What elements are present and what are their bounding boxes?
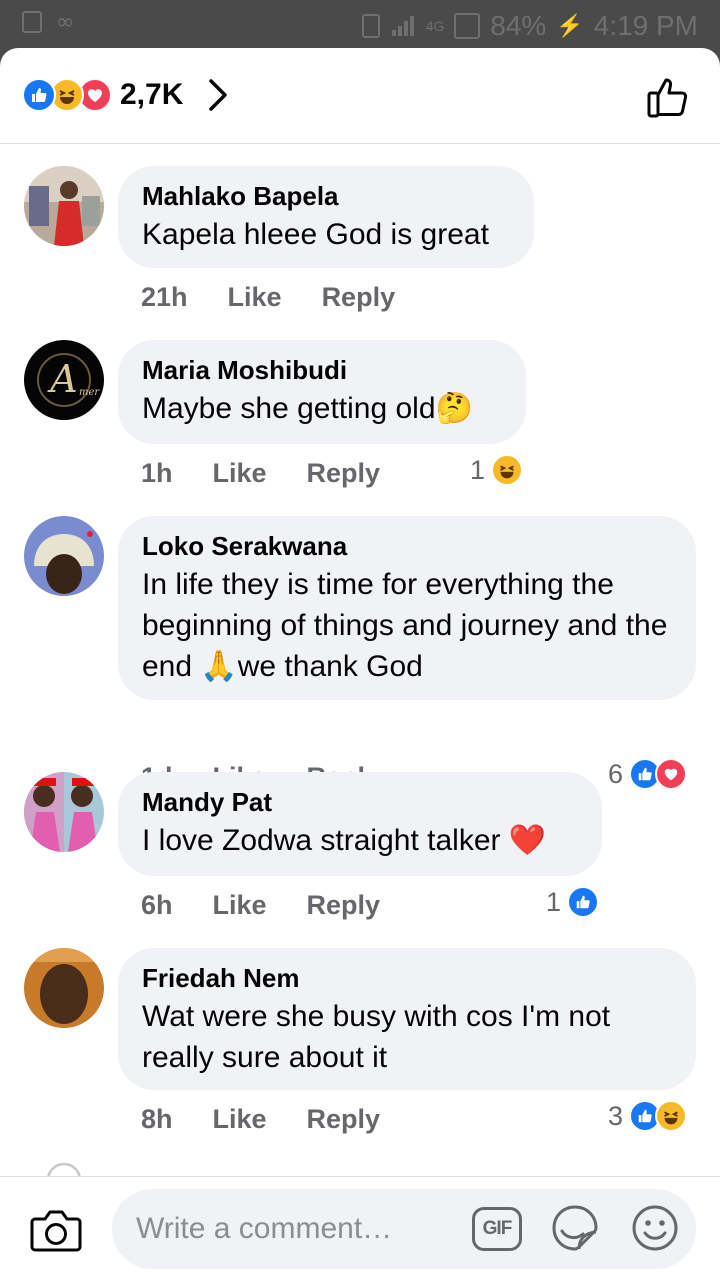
comment-author[interactable]: Loko Serakwana (142, 530, 672, 562)
like-button[interactable]: Like (213, 890, 267, 921)
comments-sheet: 2,7K Mahlako Bapela Kapela hleee God is … (0, 48, 720, 1280)
svg-text:mer: mer (79, 387, 100, 398)
comment-bubble[interactable]: Friedah Nem Wat were she busy with cos I… (118, 948, 696, 1090)
comment-bubble[interactable]: Loko Serakwana In life they is time for … (118, 516, 696, 700)
link-notification-icon: ∞ (56, 10, 75, 35)
avatar[interactable] (24, 166, 104, 246)
reactions-header: 2,7K (0, 48, 720, 144)
comment-author[interactable]: Mahlako Bapela (142, 180, 510, 212)
comment-bubble[interactable]: Mandy Pat I love Zodwa straight talker ❤… (118, 772, 602, 876)
love-icon (655, 758, 688, 790)
comment-actions: 1h Like Reply (141, 458, 380, 489)
comment-text: Kapela hleee God is great (142, 218, 489, 251)
status-bar: ∞ 4G 84% ⚡ 4:19 PM (0, 0, 720, 48)
gallery-notification-icon (22, 11, 42, 33)
comment-reaction-count: 6 (608, 758, 624, 789)
battery-percent: 84% (490, 10, 547, 41)
comment-time: 8h (141, 1104, 173, 1134)
comment-actions: 8h Like Reply (141, 1104, 380, 1135)
network-type: 4G (425, 18, 445, 34)
comment-input-pill: GIF (112, 1189, 696, 1269)
comment-reactions[interactable]: 6 (608, 758, 688, 790)
thumbs-up-outline-icon[interactable] (646, 74, 692, 120)
reply-button[interactable]: Reply (307, 890, 381, 921)
comment-text: Wat were she busy with cos I'm not reall… (142, 1000, 611, 1074)
comment-reactions[interactable]: 3 (608, 1100, 688, 1132)
reply-button[interactable]: Reply (307, 458, 381, 489)
avatar[interactable] (24, 516, 104, 596)
comment-time: 21h (141, 282, 188, 312)
avatar[interactable] (24, 772, 104, 852)
comment-reaction-count: 1 (546, 886, 562, 917)
reaction-count: 2,7K (120, 78, 184, 111)
comment-reactions[interactable]: 1 (470, 454, 524, 486)
comment-author[interactable]: Mandy Pat (142, 786, 578, 818)
like-icon (567, 886, 600, 918)
like-button[interactable]: Like (228, 282, 282, 313)
comment-text: In life they is time for everything the … (142, 568, 668, 683)
svg-text:A: A (47, 357, 77, 401)
comment-time: 6h (141, 890, 173, 920)
avatar[interactable]: A mer (24, 340, 104, 420)
sim-icon (361, 14, 380, 38)
comment-time: 1h (141, 458, 173, 488)
comment-text: Maybe she getting old🤔 (142, 392, 473, 425)
comment-composer: GIF (0, 1176, 720, 1280)
comment-bubble[interactable]: Maria Moshibudi Maybe she getting old🤔 (118, 340, 526, 444)
reactions-summary[interactable]: 2,7K (22, 78, 229, 112)
comment-author[interactable]: Maria Moshibudi (142, 354, 502, 386)
gif-label: GIF (482, 1218, 513, 1239)
emoji-icon[interactable] (630, 1203, 680, 1253)
reply-button[interactable]: Reply (322, 282, 396, 313)
avatar[interactable] (24, 948, 104, 1028)
comment-reactions[interactable]: 1 (546, 886, 600, 918)
gif-button[interactable]: GIF (472, 1207, 522, 1251)
haha-icon (491, 454, 524, 486)
haha-icon (655, 1100, 688, 1132)
charging-icon: ⚡ (556, 13, 584, 38)
comment-author[interactable]: Friedah Nem (142, 962, 672, 994)
comment-reaction-count: 1 (470, 454, 486, 485)
comment-actions: 21h Like Reply (141, 282, 395, 313)
battery-icon (454, 13, 481, 39)
comment-bubble[interactable]: Mahlako Bapela Kapela hleee God is great (118, 166, 534, 268)
like-button[interactable]: Like (213, 1104, 267, 1135)
comment-input[interactable] (136, 1209, 466, 1249)
clock: 4:19 PM (593, 10, 698, 41)
like-icon (22, 78, 56, 112)
sticker-icon[interactable] (550, 1203, 600, 1253)
like-button[interactable]: Like (213, 458, 267, 489)
comment-reaction-count: 3 (608, 1100, 624, 1131)
chevron-right-icon (209, 79, 228, 111)
comment-actions: 6h Like Reply (141, 890, 380, 921)
reply-button[interactable]: Reply (307, 1104, 381, 1135)
camera-icon[interactable] (30, 1207, 82, 1253)
signal-icon (391, 16, 414, 36)
comment-text: I love Zodwa straight talker ❤️ (142, 824, 547, 857)
